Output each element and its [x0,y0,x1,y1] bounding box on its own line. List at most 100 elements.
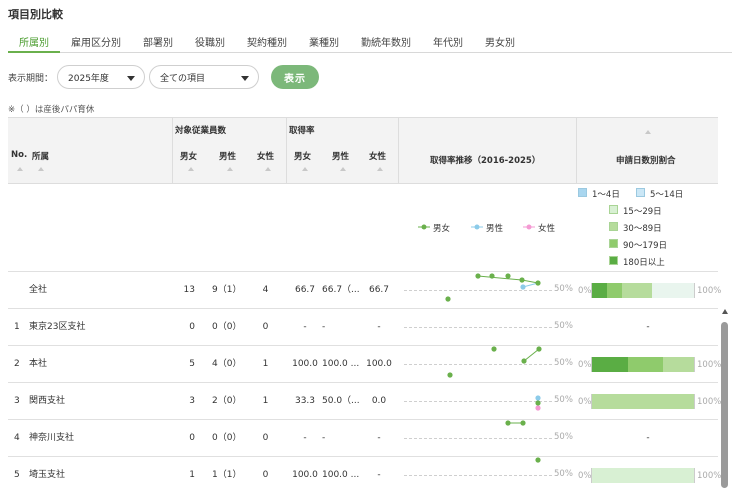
legend-male [471,224,483,230]
row-rate-male: 66.7（... [322,285,360,295]
trend-point [491,346,497,352]
row-target-both: 3 [189,396,195,406]
sort-rate-male-icon[interactable] [340,167,346,171]
scrollbar[interactable] [719,305,731,488]
row-target-female: 0 [262,470,269,480]
trend-midline [404,438,552,439]
ratio-max-label: 100% [697,397,722,407]
row-rate-male: - [322,433,326,443]
year-select[interactable]: 2025年度 [57,65,146,89]
trend-mid-label: 50% [554,395,573,405]
ratio-legend-label: 15〜29日 [623,207,662,217]
trend-chart [535,457,541,463]
row-target-male: 9（1） [212,285,242,295]
header-dept: 所属 [32,152,50,162]
trend-point [519,277,525,283]
header-rate-female: 女性 [369,152,387,162]
sort-target-both-icon[interactable] [188,167,194,171]
ratio-bar[interactable] [591,394,695,409]
header-ratio: 申請日数別割合 [616,156,676,166]
row-target-both: 5 [189,359,195,369]
trend-midline [404,475,552,476]
trend-midline [404,364,552,365]
header-target-group: 対象従業員数 [175,126,227,136]
tab-department[interactable]: 部署別 [132,30,184,53]
header-target-both: 男女 [180,152,198,162]
year-select-value: 2025年度 [68,73,109,84]
scroll-up-arrow-icon[interactable] [722,309,728,314]
trend-mid-label: 50% [554,284,573,294]
row-rate-female: - [377,470,381,480]
show-button[interactable]: 表示 [271,65,320,89]
chevron-down-icon [241,76,250,81]
sort-rate-both-icon[interactable] [302,167,308,171]
ratio-max-label: 100% [697,471,722,481]
row-rate-both: 100.0 [292,470,318,480]
tab-bar: 所属別 雇用区分別 部署別 役職別 契約種別 業種別 勤続年数別 年代別 男女別 [8,30,732,53]
row-rate-female: - [377,433,381,443]
tab-affiliation[interactable]: 所属別 [8,30,60,53]
trend-segment [523,348,540,362]
trend-mid-label: 50% [554,432,573,442]
trend-chart [447,346,542,378]
table-row[interactable]: 5 埼玉支社 1 1（1） 0 100.0 100.0 ... -50% 0% 100% [8,456,722,488]
trend-mid-label: 50% [554,469,573,479]
ratio-bar[interactable] [591,468,695,483]
filter-bar: 表示期間： 2025年度 全ての項目 表示 [8,65,320,89]
ratio-segment [663,357,694,372]
table-row[interactable]: 全社 13 9（1） 4 66.7 66.7（... 66.7 50% 0% 100% [8,271,722,308]
ratio-legend-swatch [578,188,587,197]
row-rate-female: - [377,322,381,332]
tab-gender[interactable]: 男女別 [474,30,526,53]
sort-target-female-icon[interactable] [265,167,271,171]
ratio-segment [607,283,622,298]
row-rate-both: 66.7 [294,285,316,295]
sort-dept-icon[interactable] [38,167,44,171]
page-title: 項目別比較 [8,8,63,21]
chevron-down-icon [127,76,136,81]
tab-position[interactable]: 役職別 [184,30,236,53]
row-target-female: 1 [262,359,269,369]
ratio-min-label: 0% [578,471,592,481]
row-rate-female: 100.0 [366,359,392,369]
trend-chart [505,420,526,426]
ratio-segment [592,283,608,298]
trend-point [445,296,451,302]
table-row[interactable]: 1 東京23区支社 0 0（0） 0- - -50% - [8,308,718,345]
ratio-segment [592,394,694,409]
ratio-max-label: 100% [697,286,722,296]
ratio-bar[interactable] [591,357,695,372]
sort-target-male-icon[interactable] [227,167,233,171]
ratio-bar[interactable] [591,283,695,298]
table-row[interactable]: 3 関西支社 3 2（0） 1 33.3 50.0（... 0.0 50% 0% 100% [8,382,722,419]
row-rate-female: 0.0 [371,396,387,406]
tab-contract-type[interactable]: 契約種別 [236,30,298,53]
trend-chart [535,395,541,411]
ratio-max-label: 100% [697,360,722,370]
trend-point [505,420,511,426]
table-row[interactable]: 2 本社 5 4（0） 1 100.0 100.0 ... 100.0 50% 0% 100% [8,345,722,382]
tab-employment-type[interactable]: 雇用区分別 [60,30,132,53]
trend-point [535,457,541,463]
table-row[interactable]: 4 神奈川支社 0 0（0） 0- - -50% - [8,419,718,456]
trend-segment [477,275,523,281]
sort-no-icon[interactable] [17,167,23,171]
scrollbar-thumb[interactable] [721,322,728,488]
ratio-legend-label: 90〜179日 [623,241,668,251]
trend-point [475,273,481,279]
ratio-legend-swatch [636,188,645,197]
ratio-legend-label: 180日以上 [623,258,665,268]
row-target-female: 1 [262,396,269,406]
row-target-female: 0 [262,433,269,443]
ratio-legend-label: 1〜4日 [592,190,620,200]
sort-rate-female-icon[interactable] [377,167,383,171]
trend-point [535,400,541,406]
tab-industry[interactable]: 業種別 [298,30,350,53]
tab-age[interactable]: 年代別 [422,30,474,53]
ratio-legend-swatch [609,222,618,231]
paternity-note: ※（ ）は産後パパ育休 [8,105,95,115]
row-rate-male: - [322,322,326,332]
item-select[interactable]: 全ての項目 [149,65,260,89]
sort-ratio-icon[interactable] [645,130,651,134]
tab-tenure[interactable]: 勤続年数別 [350,30,422,53]
